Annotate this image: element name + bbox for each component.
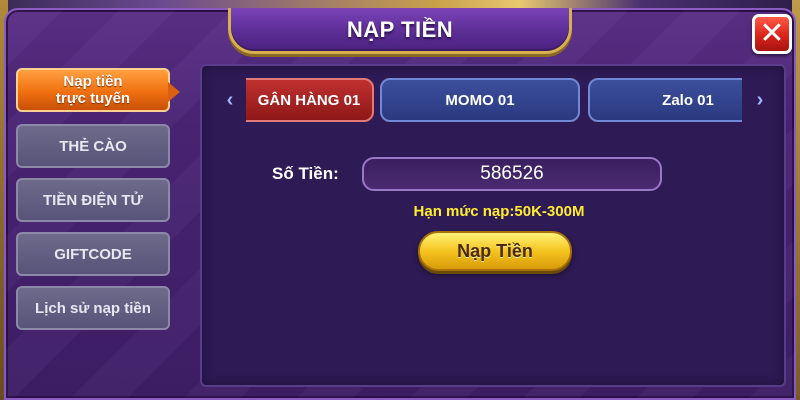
- sidebar-item-card[interactable]: THẺ CÀO: [16, 124, 170, 168]
- amount-label: Số Tiền:: [272, 164, 339, 183]
- sidebar-item-history[interactable]: Lịch sử nạp tiền: [16, 286, 170, 330]
- sidebar-item-label: Lịch sử nạp tiền: [35, 299, 151, 317]
- tab-zalo-01[interactable]: Zalo 01: [588, 78, 742, 122]
- sidebar-label-line1: Nạp tiền: [63, 73, 123, 90]
- sidebar-item-label: GIFTCODE: [54, 245, 132, 263]
- sidebar-item-giftcode[interactable]: GIFTCODE: [16, 232, 170, 276]
- deposit-limit-text: Hạn mức nạp:50K-300M: [413, 203, 585, 220]
- chevron-right-icon: ›: [756, 88, 764, 111]
- sidebar-item-label: THẺ CÀO: [59, 137, 127, 155]
- sidebar-item-label: TIỀN ĐIỆN TỬ: [43, 191, 143, 209]
- tab-label: Zalo 01: [662, 91, 714, 109]
- amount-input[interactable]: [362, 157, 662, 191]
- sidebar-item-label: Nạp tiền trực tuyến: [56, 73, 130, 107]
- tab-momo-01[interactable]: MOMO 01: [380, 78, 580, 122]
- sidebar-item-e-wallet[interactable]: TIỀN ĐIỆN TỬ: [16, 178, 170, 222]
- deposit-submit-button[interactable]: Nạp Tiền: [418, 231, 572, 271]
- submit-label: Nạp Tiền: [457, 240, 533, 261]
- title-banner: NẠP TIỀN: [228, 8, 572, 54]
- payment-tabs: GÂN HÀNG 01 MOMO 01 Zalo 01: [246, 78, 742, 124]
- tabs-prev-arrow[interactable]: ‹: [222, 88, 238, 111]
- tab-bank-01[interactable]: GÂN HÀNG 01: [246, 78, 374, 122]
- close-icon: ✕: [759, 17, 785, 50]
- tab-label: GÂN HÀNG 01: [257, 91, 361, 109]
- tabs-next-arrow[interactable]: ›: [752, 88, 768, 111]
- sidebar-label-line2: trực tuyến: [55, 90, 131, 107]
- sidebar-item-online-deposit[interactable]: Nạp tiền trực tuyến: [16, 68, 180, 112]
- chevron-left-icon: ‹: [226, 88, 234, 111]
- dialog-title: NẠP TIỀN: [346, 16, 454, 42]
- tab-label: MOMO 01: [445, 91, 515, 109]
- close-button[interactable]: ✕: [752, 14, 792, 54]
